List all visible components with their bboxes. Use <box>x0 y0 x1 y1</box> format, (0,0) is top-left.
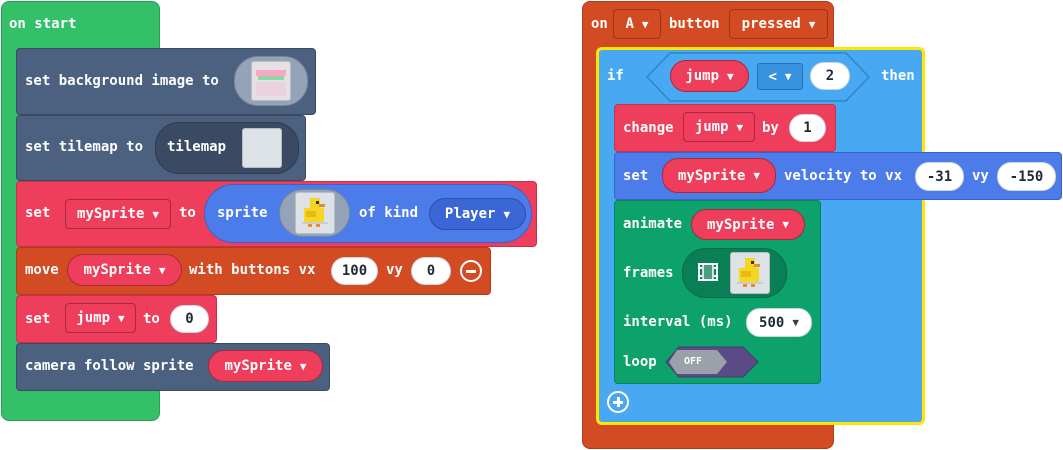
on-start-label: on start <box>9 16 77 32</box>
set-background-label: set background image to <box>25 73 219 89</box>
caret-down-icon: ▼ <box>736 120 744 134</box>
change-by-input[interactable]: 1 <box>789 114 826 142</box>
loop-toggle[interactable] <box>665 346 759 378</box>
interval-dropdown[interactable]: 500 ▼ <box>746 308 812 337</box>
sprite-kind-dropdown[interactable]: Player ▼ <box>429 198 526 230</box>
dropdown-value: mySprite <box>706 216 775 233</box>
if-label: if <box>607 68 624 84</box>
minus-circle-icon[interactable] <box>460 260 482 282</box>
dropdown-value: 500 <box>759 314 785 331</box>
caret-down-icon: ▼ <box>753 169 761 182</box>
velocity-set-label: set <box>623 168 649 184</box>
change-variable-dropdown[interactable]: jump ▼ <box>683 112 755 142</box>
caret-down-icon: ▼ <box>152 207 160 221</box>
sprite-label: sprite <box>217 205 268 221</box>
loop-toggle-value: OFF <box>684 356 703 367</box>
dropdown-value: jump <box>685 68 720 84</box>
button-dropdown[interactable]: A ▼ <box>613 9 661 39</box>
duck-sprite-icon <box>737 258 763 287</box>
move-sprite-variable-dropdown[interactable]: mySprite ▼ <box>67 254 182 286</box>
caret-down-icon: ▼ <box>782 218 790 231</box>
interval-label: interval (ms) <box>623 314 733 330</box>
dropdown-value: A <box>625 16 634 32</box>
dropdown-value: mySprite <box>224 358 292 374</box>
set-tilemap-label: set tilemap to <box>25 139 144 155</box>
dropdown-value: mySprite <box>76 206 145 222</box>
animate-label: animate <box>623 216 683 232</box>
animation-frame-thumbnail[interactable] <box>730 252 770 294</box>
dropdown-value: jump <box>694 119 729 135</box>
caret-down-icon: ▼ <box>784 70 792 83</box>
compare-value-input[interactable]: 2 <box>810 62 850 90</box>
change-label: change <box>623 120 674 136</box>
animate-sprite-variable-dropdown[interactable]: mySprite ▼ <box>691 209 805 240</box>
caret-down-icon: ▼ <box>118 311 125 325</box>
background-image-thumbnail[interactable] <box>251 61 291 101</box>
event-dropdown[interactable]: pressed ▼ <box>729 9 828 39</box>
of-kind-label: of kind <box>359 205 419 221</box>
vx-input[interactable]: 100 <box>331 257 378 285</box>
dropdown-value: Player <box>444 206 496 222</box>
caret-down-icon: ▼ <box>727 69 734 83</box>
set-sprite-set-label: set <box>25 205 51 221</box>
vy-label: vy <box>386 262 403 278</box>
dropdown-value: jump <box>76 310 111 326</box>
operator-dropdown[interactable]: < ▼ <box>757 63 803 90</box>
camera-sprite-variable-dropdown[interactable]: mySprite ▼ <box>208 350 323 382</box>
dropdown-value: < <box>768 68 777 85</box>
set-sprite-variable-dropdown[interactable]: mySprite ▼ <box>65 199 171 229</box>
duck-sprite-icon <box>302 198 328 227</box>
caret-down-icon: ▼ <box>641 17 649 31</box>
button-label: button <box>669 16 720 32</box>
loop-label: loop <box>623 354 657 370</box>
set-jump-set-label: set <box>25 311 51 327</box>
caret-down-icon: ▼ <box>158 263 166 277</box>
velocity-to-vx-label: velocity to vx <box>784 168 903 184</box>
set-jump-to-label: to <box>143 311 160 327</box>
set-sprite-to-label: to <box>179 205 196 221</box>
film-icon <box>698 263 718 281</box>
velocity-vy-input[interactable]: -150 <box>997 162 1056 191</box>
if-variable-dropdown[interactable]: jump ▼ <box>670 60 749 92</box>
caret-down-icon: ▼ <box>792 316 799 329</box>
camera-follow-label: camera follow sprite <box>25 358 194 374</box>
move-label: move <box>25 262 59 278</box>
set-jump-variable-dropdown[interactable]: jump ▼ <box>65 303 136 333</box>
by-label: by <box>762 120 779 136</box>
tilemap-thumbnail[interactable] <box>242 128 282 168</box>
sprite-image-thumbnail[interactable] <box>295 192 335 234</box>
caret-down-icon: ▼ <box>299 359 307 373</box>
dropdown-value: pressed <box>741 16 801 32</box>
on-label: on <box>591 16 608 32</box>
vy-input[interactable]: 0 <box>411 257 451 285</box>
set-jump-value-input[interactable]: 0 <box>170 305 209 333</box>
dropdown-value: mySprite <box>83 262 151 278</box>
plus-circle-icon[interactable] <box>607 391 629 413</box>
caret-down-icon: ▼ <box>503 207 511 221</box>
tilemap-reporter-label: tilemap <box>167 139 227 155</box>
velocity-vy-label: vy <box>972 168 989 184</box>
velocity-sprite-variable-dropdown[interactable]: mySprite ▼ <box>662 158 776 193</box>
with-buttons-vx-label: with buttons vx <box>189 262 316 278</box>
then-label: then <box>881 68 915 84</box>
dropdown-value: mySprite <box>677 167 746 184</box>
caret-down-icon: ▼ <box>808 17 816 31</box>
velocity-vx-input[interactable]: -31 <box>915 162 964 191</box>
frames-label: frames <box>623 265 674 281</box>
